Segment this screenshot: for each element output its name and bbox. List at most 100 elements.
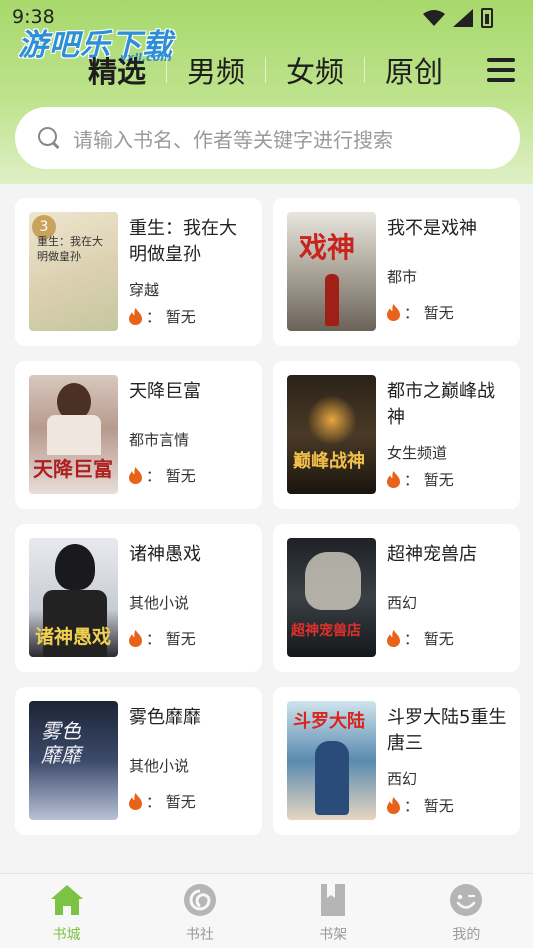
book-cover[interactable]: 天降巨富 [29,375,118,494]
signal-icon [453,9,473,27]
tab-female[interactable]: 女频 [266,49,364,91]
nav-divider [166,57,168,83]
nav-divider [265,57,267,83]
profile-icon [450,884,483,916]
book-category: 女生频道 [387,444,448,462]
cover-figure [325,274,339,326]
book-cover[interactable]: 斗罗大陆 [287,701,376,820]
tab-bookstore[interactable]: 书城 [0,874,133,948]
fire-icon [387,304,400,321]
tab-community[interactable]: 书社 [133,874,266,948]
fire-icon [387,630,400,647]
book-cover[interactable]: 雾色靡靡 [29,701,118,820]
wifi-icon [423,10,445,26]
book-card[interactable]: 超神宠兽店 超神宠兽店 西幻 ： 暂无 [273,524,520,672]
book-cover[interactable]: 巅峰战神 [287,375,376,494]
book-category: 其他小说 [129,757,190,775]
cover-beast [305,552,361,610]
book-card[interactable]: 诸神愚戏 诸神愚戏 其他小说 ： 暂无 [15,524,262,672]
status-icons [423,8,493,28]
community-icon [183,884,216,916]
search-bar[interactable]: 请输入书名、作者等关键字进行搜索 [15,107,520,169]
heat-value: ： 暂无 [146,630,196,648]
cover-title: 斗罗大陆 [293,711,365,732]
tab-bookshelf[interactable]: 书架 [267,874,400,948]
menu-icon[interactable] [487,56,515,84]
heat-value: ： 暂无 [404,304,454,322]
search-icon [37,126,61,150]
book-title: 斗罗大陆5重生唐三 [387,707,507,754]
book-title: 雾色靡靡 [129,707,201,728]
book-heat: ： 暂无 [387,469,454,490]
fire-icon [387,471,400,488]
home-icon [50,885,83,915]
cover-figure-body [47,415,101,455]
book-heat: ： 暂无 [129,306,196,327]
book-title: 重生：我在大明做皇孙 [129,218,237,265]
book-category: 都市 [387,268,418,286]
book-heat: ： 暂无 [387,302,454,323]
book-card[interactable]: 雾色靡靡 雾色靡靡 其他小说 ： 暂无 [15,687,262,835]
book-heat: ： 暂无 [129,628,196,649]
book-card[interactable]: 巅峰战神 都市之巅峰战神 女生频道 ： 暂无 [273,361,520,509]
book-category: 西幻 [387,770,418,788]
fire-icon [129,793,142,810]
book-card[interactable]: 天降巨富 天降巨富 都市言情 ： 暂无 [15,361,262,509]
cover-title: 诸神愚戏 [35,626,112,648]
tab-featured[interactable]: 精选 [88,49,166,91]
battery-icon [481,8,493,28]
heat-value: ： 暂无 [146,308,196,326]
heat-value: ： 暂无 [146,467,196,485]
heat-value: ： 暂无 [404,797,454,815]
tab-label: 我的 [452,927,481,943]
search-placeholder: 请输入书名、作者等关键字进行搜索 [73,127,393,152]
book-title: 诸神愚戏 [129,544,201,565]
book-heat: ： 暂无 [129,465,196,486]
tab-label: 书架 [319,927,348,943]
tab-original[interactable]: 原创 [365,49,463,91]
cover-title: 雾色靡靡 [41,719,81,767]
fire-icon [129,308,142,325]
cover-figure [55,544,95,590]
book-category: 穿越 [129,281,160,299]
book-category: 其他小说 [129,594,190,612]
book-heat: ： 暂无 [387,795,454,816]
book-title: 都市之巅峰战神 [387,381,495,428]
heat-value: ： 暂无 [146,793,196,811]
fire-icon [387,797,400,814]
book-title: 天降巨富 [129,381,201,402]
book-card[interactable]: 斗罗大陆 斗罗大陆5重生唐三 西幻 ： 暂无 [273,687,520,835]
fire-icon [129,467,142,484]
book-heat: ： 暂无 [129,791,196,812]
cover-title: 巅峰战神 [293,451,365,472]
cover-glow [307,395,357,445]
cover-title: 重生：我在大明做皇孙 [37,235,103,263]
tab-label: 书城 [52,927,81,943]
header: 9:38 游吧乐下载 yxll.com 精选 男频 女频 原创 请输入书名、作者… [0,0,533,184]
book-card[interactable]: 戏神 我不是戏神 都市 ： 暂无 [273,198,520,346]
book-cover[interactable]: 3 重生：我在大明做皇孙 [29,212,118,331]
book-category: 都市言情 [129,431,190,449]
tab-profile[interactable]: 我的 [400,874,533,948]
fire-icon [129,630,142,647]
heat-value: ： 暂无 [404,630,454,648]
book-cover[interactable]: 诸神愚戏 [29,538,118,657]
category-nav: 精选 男频 女频 原创 [88,48,463,92]
book-cover[interactable]: 超神宠兽店 [287,538,376,657]
cover-title: 戏神 [299,231,356,264]
cover-title: 天降巨富 [33,457,113,481]
cover-title: 超神宠兽店 [291,623,361,639]
nav-divider [364,57,366,83]
book-category: 西幻 [387,594,418,612]
tab-male[interactable]: 男频 [167,49,265,91]
tab-label: 书社 [185,927,214,943]
book-title: 超神宠兽店 [387,544,477,565]
book-grid: 3 重生：我在大明做皇孙 重生：我在大明做皇孙 穿越 ： 暂无 戏神 我不是戏神… [15,198,520,835]
book-cover[interactable]: 戏神 [287,212,376,331]
book-heat: ： 暂无 [387,628,454,649]
book-title: 我不是戏神 [387,218,477,239]
bookshelf-icon [321,884,346,916]
book-card[interactable]: 3 重生：我在大明做皇孙 重生：我在大明做皇孙 穿越 ： 暂无 [15,198,262,346]
heat-value: ： 暂无 [404,471,454,489]
cover-figure [315,741,349,815]
